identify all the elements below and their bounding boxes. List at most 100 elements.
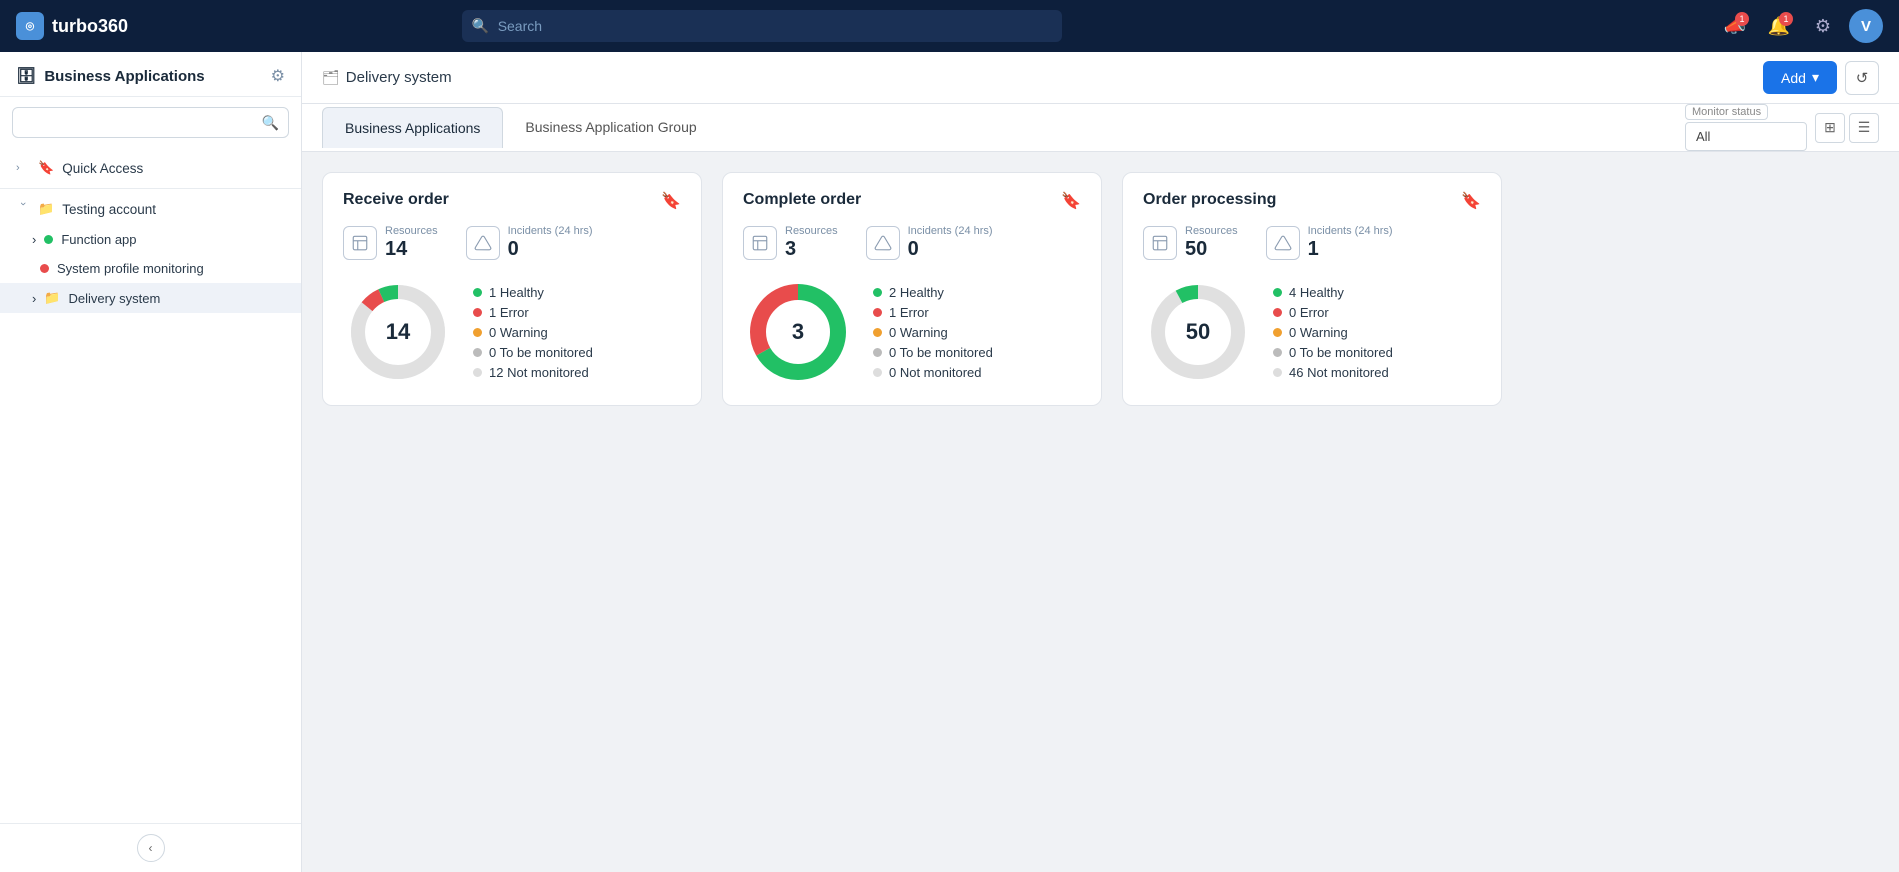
nav-actions: 📣 1 🔔 1 ⚙ V bbox=[1717, 8, 1883, 44]
testing-account-chevron-icon: › bbox=[17, 202, 29, 216]
quick-access-label: Quick Access bbox=[62, 161, 143, 176]
card-receive-order-body: 14 1 Healthy 1 Error 0 War bbox=[343, 277, 681, 387]
order-processing-bookmark-icon[interactable]: 🔖 bbox=[1461, 191, 1481, 211]
order-processing-legend: 4 Healthy 0 Error 0 Warning 0 To be bbox=[1273, 285, 1393, 380]
legend-not-monitored: 12 Not monitored bbox=[473, 365, 593, 380]
complete-order-resources-info: Resources 3 bbox=[785, 225, 838, 261]
warning-dot bbox=[473, 328, 482, 337]
receive-order-legend: 1 Healthy 1 Error 0 Warning 0 To be bbox=[473, 285, 593, 380]
processing-not-monitored-dot bbox=[1273, 368, 1282, 377]
legend-to-be-monitored: 0 To be monitored bbox=[473, 345, 593, 360]
sidebar: 🗄 Business Applications ⚙ 🔍 › 🔖 Quick Ac… bbox=[0, 52, 302, 872]
processing-legend-error: 0 Error bbox=[1273, 305, 1393, 320]
resources-box-icon bbox=[343, 226, 377, 260]
receive-order-incidents-label: Incidents (24 hrs) bbox=[508, 225, 593, 237]
list-icon: ☰ bbox=[1858, 119, 1871, 136]
search-bar: 🔍 bbox=[462, 10, 1062, 42]
error-dot bbox=[473, 308, 482, 317]
complete-to-be-monitored-dot bbox=[873, 348, 882, 357]
filter-group: Monitor status All Healthy Error Warning… bbox=[1685, 104, 1879, 151]
sidebar-item-function-app[interactable]: › Function app bbox=[0, 225, 301, 254]
settings-button[interactable]: ⚙ bbox=[1805, 8, 1841, 44]
warning-label: 0 Warning bbox=[489, 325, 548, 340]
processing-legend-to-be-monitored: 0 To be monitored bbox=[1273, 345, 1393, 360]
testing-account-label: Testing account bbox=[62, 202, 156, 217]
complete-order-incidents-value: 0 bbox=[908, 237, 993, 261]
grid-icon: ⊞ bbox=[1824, 119, 1836, 136]
sidebar-collapse-button[interactable]: ‹ bbox=[137, 834, 165, 862]
card-receive-order-title: Receive order bbox=[343, 191, 449, 209]
processing-error-dot bbox=[1273, 308, 1282, 317]
error-label: 1 Error bbox=[489, 305, 529, 320]
search-icon: 🔍 bbox=[472, 18, 489, 35]
order-processing-resources-info: Resources 50 bbox=[1185, 225, 1238, 261]
avatar-label: V bbox=[1861, 18, 1871, 35]
card-complete-order-stats: Resources 3 Incidents (24 hrs) 0 bbox=[743, 225, 1081, 261]
notifications-megaphone-button[interactable]: 📣 1 bbox=[1717, 8, 1753, 44]
processing-legend-not-monitored: 46 Not monitored bbox=[1273, 365, 1393, 380]
testing-account-folder-icon: 📁 bbox=[38, 201, 54, 217]
notifications-bell-button[interactable]: 🔔 1 bbox=[1761, 8, 1797, 44]
complete-order-resources: Resources 3 bbox=[743, 225, 838, 261]
list-view-button[interactable]: ☰ bbox=[1849, 113, 1879, 143]
processing-to-be-monitored-dot bbox=[1273, 348, 1282, 357]
complete-order-incidents-info: Incidents (24 hrs) 0 bbox=[908, 225, 993, 261]
sidebar-item-system-profile-monitoring[interactable]: System profile monitoring bbox=[0, 254, 301, 283]
complete-order-donut-total: 3 bbox=[792, 319, 804, 345]
user-avatar-button[interactable]: V bbox=[1849, 9, 1883, 43]
logo: ⌾ turbo360 bbox=[16, 12, 128, 40]
card-complete-order-title: Complete order bbox=[743, 191, 861, 209]
cards-area: Receive order 🔖 Resources 14 bbox=[302, 152, 1899, 872]
delivery-system-label: Delivery system bbox=[69, 291, 161, 306]
complete-legend-not-monitored: 0 Not monitored bbox=[873, 365, 993, 380]
megaphone-badge: 1 bbox=[1735, 12, 1749, 26]
order-processing-incidents: Incidents (24 hrs) 1 bbox=[1266, 225, 1393, 261]
gear-icon: ⚙ bbox=[1815, 16, 1831, 37]
sidebar-item-delivery-system[interactable]: › 📁 Delivery system bbox=[0, 283, 301, 313]
sidebar-item-quick-access[interactable]: › 🔖 Quick Access bbox=[0, 152, 301, 184]
complete-order-bookmark-icon[interactable]: 🔖 bbox=[1061, 191, 1081, 211]
complete-not-monitored-dot bbox=[873, 368, 882, 377]
receive-order-incidents-info: Incidents (24 hrs) 0 bbox=[508, 225, 593, 261]
sidebar-search-input[interactable] bbox=[12, 107, 289, 138]
complete-warning-dot bbox=[873, 328, 882, 337]
legend-warning: 0 Warning bbox=[473, 325, 593, 340]
refresh-button[interactable]: ↺ bbox=[1845, 61, 1879, 95]
grid-view-button[interactable]: ⊞ bbox=[1815, 113, 1845, 143]
complete-order-incidents-label: Incidents (24 hrs) bbox=[908, 225, 993, 237]
card-order-processing-body: 50 4 Healthy 0 Error 0 War bbox=[1143, 277, 1481, 387]
complete-order-resources-label: Resources bbox=[785, 225, 838, 237]
receive-order-bookmark-icon[interactable]: 🔖 bbox=[661, 191, 681, 211]
tab-business-application-group[interactable]: Business Application Group bbox=[503, 107, 718, 149]
tab-business-applications-label: Business Applications bbox=[345, 120, 480, 136]
search-input[interactable] bbox=[462, 10, 1062, 42]
complete-resources-box-icon bbox=[743, 226, 777, 260]
processing-warning-label: 0 Warning bbox=[1289, 325, 1348, 340]
main-header: 🗂 Delivery system Add ▾ ↺ bbox=[302, 52, 1899, 104]
complete-order-donut: 3 bbox=[743, 277, 853, 387]
order-processing-resources-value: 50 bbox=[1185, 237, 1238, 261]
business-apps-icon: 🗄 bbox=[16, 66, 36, 86]
complete-order-legend: 2 Healthy 1 Error 0 Warning 0 To be bbox=[873, 285, 993, 380]
add-chevron-down-icon: ▾ bbox=[1812, 69, 1819, 86]
tab-business-application-group-label: Business Application Group bbox=[525, 119, 696, 135]
tab-business-applications[interactable]: Business Applications bbox=[322, 107, 503, 148]
card-receive-order: Receive order 🔖 Resources 14 bbox=[322, 172, 702, 406]
receive-order-donut: 14 bbox=[343, 277, 453, 387]
incidents-triangle-icon bbox=[466, 226, 500, 260]
sidebar-gear-icon[interactable]: ⚙ bbox=[271, 66, 285, 86]
monitor-status-select-wrap: All Healthy Error Warning Not monitored bbox=[1685, 122, 1807, 151]
monitor-status-select[interactable]: All Healthy Error Warning Not monitored bbox=[1685, 122, 1807, 151]
complete-warning-label: 0 Warning bbox=[889, 325, 948, 340]
receive-order-resources-value: 14 bbox=[385, 237, 438, 261]
processing-to-be-monitored-label: 0 To be monitored bbox=[1289, 345, 1393, 360]
function-app-status-dot bbox=[44, 235, 53, 244]
bookmark-icon: 🔖 bbox=[38, 160, 54, 176]
sidebar-item-testing-account[interactable]: › 📁 Testing account bbox=[0, 193, 301, 225]
function-app-label: Function app bbox=[61, 232, 136, 247]
legend-error: 1 Error bbox=[473, 305, 593, 320]
add-button[interactable]: Add ▾ bbox=[1763, 61, 1837, 94]
processing-incidents-triangle-icon bbox=[1266, 226, 1300, 260]
sidebar-footer: ‹ bbox=[0, 823, 301, 872]
order-processing-donut: 50 bbox=[1143, 277, 1253, 387]
